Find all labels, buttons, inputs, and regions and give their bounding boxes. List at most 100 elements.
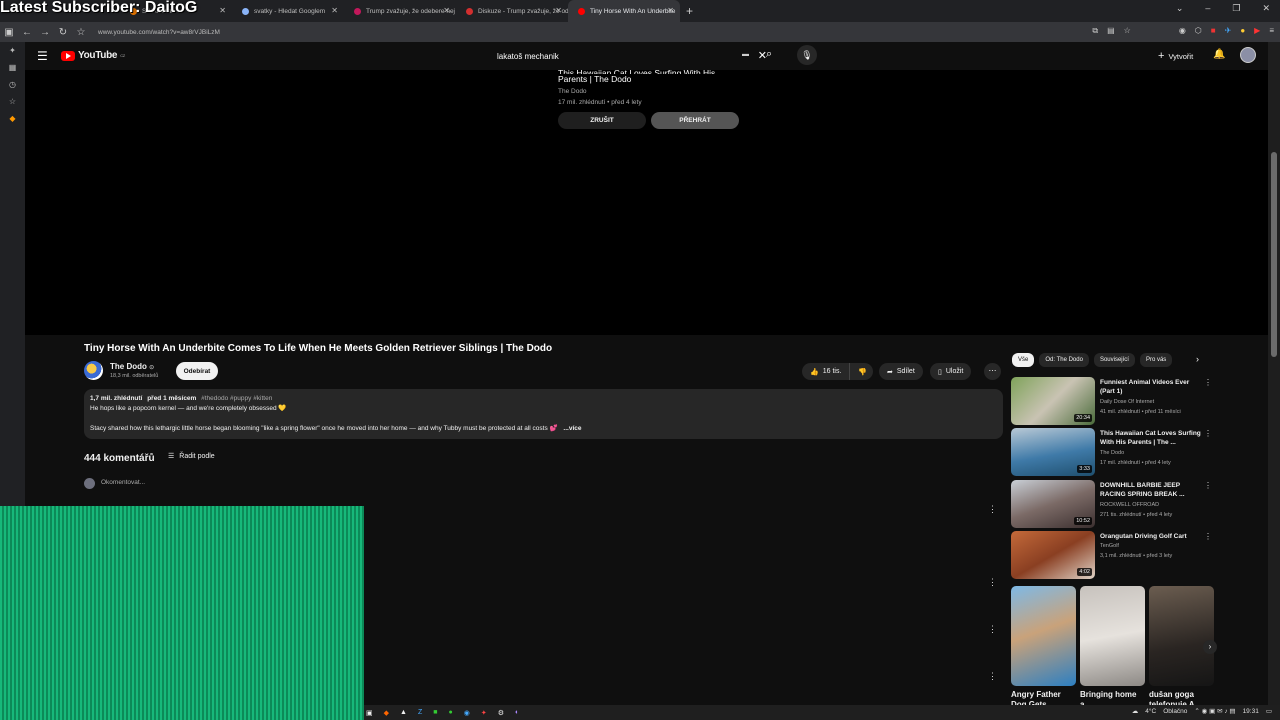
close-window-button[interactable]: ✕ xyxy=(1262,3,1270,14)
video-channel[interactable]: TenGolf xyxy=(1100,543,1119,549)
video-thumbnail[interactable]: 3:33 xyxy=(1011,428,1095,476)
sidebar-ai-icon[interactable]: ✦ xyxy=(9,46,16,55)
recommended-video[interactable]: 3:33 This Hawaiian Cat Loves Surfing With… xyxy=(1011,428,1212,476)
close-tab-icon[interactable]: ✕ xyxy=(667,6,674,15)
video-channel[interactable]: The Dodo xyxy=(1100,450,1124,456)
save-button[interactable]: ▯ Uložit xyxy=(930,363,972,380)
recommended-video[interactable]: 20:34 Funniest Animal Videos Ever (Part 1… xyxy=(1011,377,1212,425)
video-title[interactable]: Funniest Animal Videos Ever (Part 1) xyxy=(1100,378,1204,396)
bookmark-star-icon[interactable]: ☆ xyxy=(72,27,90,38)
taskbar-app-icon[interactable]: ◉ xyxy=(464,709,470,717)
short-thumbnail[interactable] xyxy=(1149,586,1214,686)
browser-tab[interactable]: svatky - Hledat Googlem ✕ xyxy=(232,0,344,22)
extension-youtube-icon[interactable]: ▶ xyxy=(1254,26,1260,36)
taskbar-app-icon[interactable]: ◐ xyxy=(515,709,519,717)
browser-tab[interactable]: Trump zvažuje, že odebere nej ✕ xyxy=(344,0,456,22)
video-title[interactable]: Orangutan Driving Golf Cart xyxy=(1100,532,1204,541)
filter-chip[interactable]: Vše xyxy=(1012,353,1035,367)
like-button[interactable]: 👍 16 tis. xyxy=(802,363,851,380)
browser-tab[interactable]: Diskuze - Trump zvažuje, že od ✕ xyxy=(456,0,568,22)
minimize-button[interactable]: – xyxy=(1205,3,1210,14)
recommended-video[interactable]: 4:02 Orangutan Driving Golf Cart TenGolf 3,… xyxy=(1011,531,1212,579)
comment-menu-icon[interactable]: ⋮ xyxy=(988,624,997,635)
add-comment-input[interactable]: Okomentovat... xyxy=(101,479,145,486)
browser-tab[interactable]: Tiny Horse With An Underbite ✕ xyxy=(568,0,680,22)
extensions-icon[interactable]: ⬡ xyxy=(1195,26,1202,36)
extension-yellow-icon[interactable]: ● xyxy=(1240,26,1245,36)
close-tab-icon[interactable]: ✕ xyxy=(443,6,450,15)
more-actions-button[interactable]: ⋯ xyxy=(984,363,1001,380)
sidebar-bookmarks-icon[interactable]: ☆ xyxy=(9,97,16,106)
recommended-video[interactable]: 10:52 DOWNHILL BARBIE JEEP RACING SPRING … xyxy=(1011,480,1212,528)
clock[interactable]: 19:31 xyxy=(1243,708,1259,715)
short-thumbnail[interactable] xyxy=(1080,586,1145,686)
comment-menu-icon[interactable]: ⋮ xyxy=(988,577,997,588)
video-menu-icon[interactable]: ⋮ xyxy=(1204,532,1212,541)
filter-chip[interactable]: Související xyxy=(1093,353,1135,367)
star-icon[interactable]: ☆ xyxy=(1124,26,1131,36)
chevron-right-icon[interactable]: › xyxy=(1196,354,1199,364)
comment-menu-icon[interactable]: ⋮ xyxy=(988,504,997,515)
video-thumbnail[interactable]: 20:34 xyxy=(1011,377,1095,425)
filter-chip[interactable]: Pro vás xyxy=(1139,353,1173,367)
close-tab-icon[interactable]: ✕ xyxy=(331,6,338,15)
comment-menu-icon[interactable]: ⋮ xyxy=(988,671,997,682)
play-next-button[interactable]: PŘEHRÁT xyxy=(651,112,739,129)
sidebar-toggle-icon[interactable]: ▣ xyxy=(0,27,18,38)
video-player[interactable]: This Hawaiian Cat Loves Surfing With His… xyxy=(25,68,1268,335)
notifications-bell-icon[interactable]: 🔔 xyxy=(1213,49,1225,60)
extension-red-icon[interactable]: ■ xyxy=(1211,26,1216,36)
cancel-autoplay-button[interactable]: ZRUŠIT xyxy=(558,112,646,129)
reload-button[interactable]: ↻ xyxy=(54,27,72,38)
back-button[interactable]: ← xyxy=(18,27,36,38)
channel-avatar[interactable] xyxy=(84,361,103,380)
filter-chip[interactable]: Od: The Dodo xyxy=(1039,353,1089,367)
video-thumbnail[interactable]: 10:52 xyxy=(1011,480,1095,528)
hashtags[interactable]: #thedodo #puppy #kitten xyxy=(201,395,272,402)
screenshot-icon[interactable]: ⧉ xyxy=(1092,26,1098,36)
description-box[interactable]: 1,7 mil. zhlédnutí před 1 měsícem #thedo… xyxy=(84,389,1003,439)
taskbar-app-icon[interactable]: ▣ xyxy=(366,709,373,717)
forward-button[interactable]: → xyxy=(36,27,54,38)
reader-icon[interactable]: ▤ xyxy=(1107,26,1115,36)
taskbar-app-icon[interactable]: ✦ xyxy=(481,709,487,717)
taskbar-app-icon[interactable]: ⚙ xyxy=(498,709,504,717)
search-icon[interactable]: ⌕ xyxy=(766,48,772,61)
video-title[interactable]: DOWNHILL BARBIE JEEP RACING SPRING BREAK… xyxy=(1100,481,1204,499)
search-input[interactable]: lakatoš mechanik ▬ ✕ xyxy=(489,45,769,67)
shorts-next-button[interactable]: › xyxy=(1203,640,1217,654)
new-tab-button[interactable]: + xyxy=(686,4,693,18)
video-channel[interactable]: Daily Dose Of Internet xyxy=(1100,399,1154,405)
taskbar-brave-icon[interactable]: ◆ xyxy=(384,709,389,717)
sidebar-wallet-icon[interactable]: ◆ xyxy=(9,114,15,123)
extension-blue-icon[interactable]: ✈ xyxy=(1225,26,1232,36)
sidebar-history-icon[interactable]: ◷ xyxy=(9,80,16,89)
profile-icon[interactable]: ◉ xyxy=(1179,26,1186,36)
short-thumbnail[interactable] xyxy=(1011,586,1076,686)
page-scrollbar[interactable] xyxy=(1268,42,1280,720)
show-more-link[interactable]: ...více xyxy=(563,425,581,432)
tab-search-icon[interactable]: ⌄ xyxy=(1176,3,1184,14)
taskbar-app-icon[interactable]: ■ xyxy=(433,709,437,717)
notification-icon[interactable]: ▭ xyxy=(1266,707,1272,715)
video-menu-icon[interactable]: ⋮ xyxy=(1204,378,1212,387)
youtube-logo[interactable]: YouTube CZ xyxy=(61,50,125,61)
share-button[interactable]: ➦ Sdílet xyxy=(879,363,923,380)
restore-button[interactable]: ❐ xyxy=(1232,3,1240,14)
url-field[interactable]: www.youtube.com/watch?v=aw8rVJBiLzM xyxy=(98,29,220,36)
video-title[interactable]: This Hawaiian Cat Loves Surfing With His… xyxy=(1100,429,1204,447)
hamburger-menu-icon[interactable]: ☰ xyxy=(37,49,48,63)
microphone-icon[interactable]: 🎙 xyxy=(797,45,817,65)
close-tab-icon[interactable]: ✕ xyxy=(219,6,226,15)
scrollbar-thumb[interactable] xyxy=(1271,152,1277,357)
taskbar-app-icon[interactable]: ▲ xyxy=(400,709,407,717)
menu-icon[interactable]: ≡ xyxy=(1269,26,1274,36)
taskbar-app-icon[interactable]: ● xyxy=(448,709,452,717)
create-button[interactable]: + Vytvořit xyxy=(1158,50,1193,62)
channel-name[interactable]: The Dodo ⊙ xyxy=(110,362,154,371)
dislike-button[interactable]: 👎 xyxy=(854,368,871,376)
video-thumbnail[interactable]: 4:02 xyxy=(1011,531,1095,579)
sort-comments-button[interactable]: ☰ Řadit podle xyxy=(168,452,215,461)
video-channel[interactable]: ROCKWELL OFFROAD xyxy=(1100,502,1159,508)
sidebar-reading-icon[interactable]: ▦ xyxy=(9,63,17,72)
